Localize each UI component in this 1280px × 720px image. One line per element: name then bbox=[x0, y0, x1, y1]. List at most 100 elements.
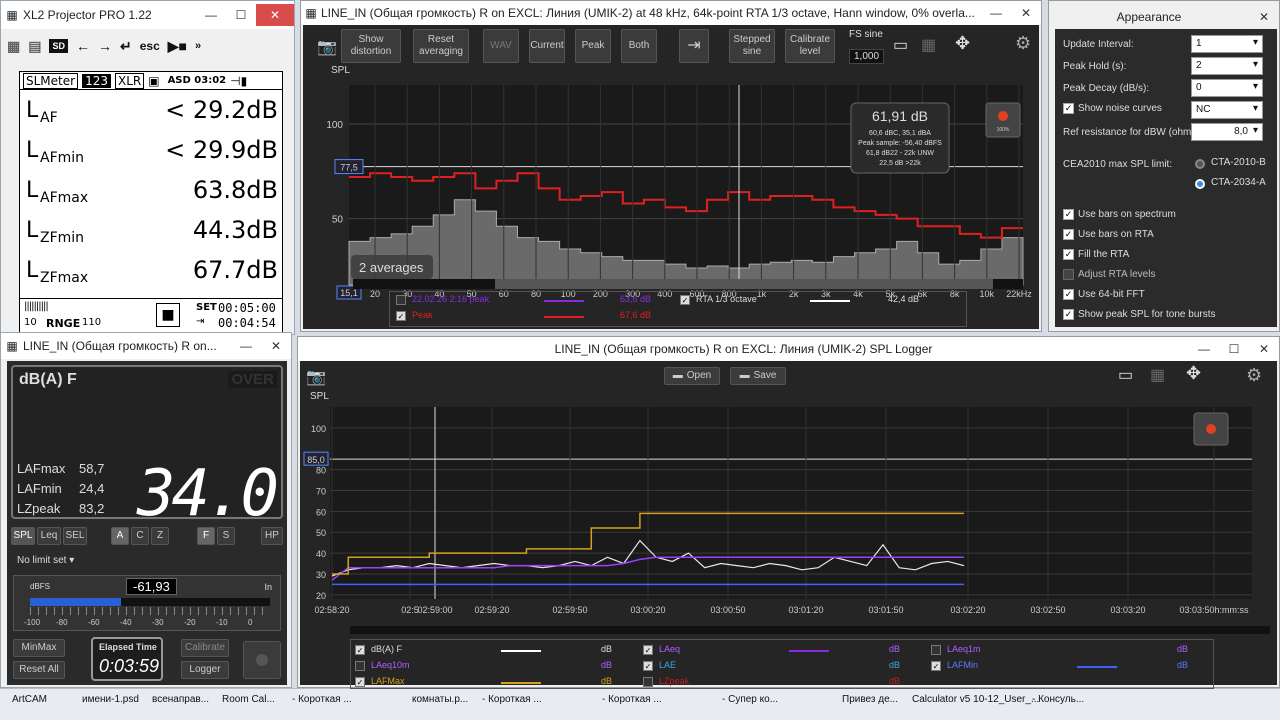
monitor-icon[interactable]: ▭ bbox=[1118, 365, 1133, 385]
rta-tool-3[interactable]: Current bbox=[529, 29, 565, 63]
show-noise-check[interactable]: ✓ Show noise curves bbox=[1063, 103, 1162, 114]
legend-checkbox[interactable]: ✓ bbox=[931, 661, 941, 671]
taskbar-item[interactable]: - Короткая ... bbox=[292, 694, 352, 705]
checkbox[interactable]: ✓ bbox=[1063, 229, 1074, 240]
stop-button[interactable]: ■ bbox=[156, 303, 180, 327]
legend-checkbox[interactable]: ✓ bbox=[355, 677, 365, 687]
checkbox[interactable]: ✓ bbox=[1063, 103, 1074, 114]
minimize-button[interactable]: — bbox=[981, 2, 1011, 24]
maximize-button[interactable]: ☐ bbox=[1219, 338, 1249, 360]
hp-button[interactable]: HP bbox=[261, 527, 283, 545]
reset-all-button[interactable]: Reset All bbox=[13, 661, 65, 679]
taskbar-item[interactable]: имени-1.psd bbox=[82, 694, 139, 705]
rta-tool-2[interactable]: WAV bbox=[483, 29, 519, 63]
cea-radio[interactable] bbox=[1195, 179, 1205, 189]
checkbox[interactable]: ✓ bbox=[1063, 289, 1074, 300]
camera-icon[interactable]: 📷 bbox=[317, 37, 337, 57]
field-select[interactable]: 1 bbox=[1191, 35, 1263, 53]
minimize-button[interactable]: — bbox=[196, 4, 226, 26]
save-button[interactable]: ▬ Save bbox=[730, 367, 786, 385]
taskbar-item[interactable]: Room Cal... bbox=[222, 694, 275, 705]
legend-checkbox[interactable]: ✓ bbox=[680, 295, 690, 305]
time-button-f[interactable]: F bbox=[197, 527, 215, 545]
taskbar-item[interactable]: ArtCAM bbox=[12, 694, 47, 705]
legend-checkbox[interactable]: ✓ bbox=[396, 311, 406, 321]
taskbar-item[interactable]: Привез де... bbox=[842, 694, 898, 705]
open-button[interactable]: ▬ Open bbox=[664, 367, 720, 385]
field-select[interactable]: 2 bbox=[1191, 57, 1263, 75]
check-item[interactable]: ✓ Use 64-bit FFT bbox=[1063, 289, 1145, 300]
minmax-button[interactable]: MinMax bbox=[13, 639, 65, 657]
grid-view-icon[interactable]: ▦ bbox=[921, 35, 936, 55]
fs-sine-value[interactable]: 1,000 bbox=[849, 49, 885, 64]
close-button[interactable]: ✕ bbox=[1011, 2, 1041, 24]
esc-button[interactable]: esc bbox=[140, 39, 160, 53]
arrow-right-icon[interactable]: → bbox=[98, 38, 112, 54]
rta-tool-6[interactable]: Stepped sine bbox=[729, 29, 775, 63]
mode-button-sel[interactable]: SEL bbox=[63, 527, 87, 545]
ref-input[interactable]: 8,0 bbox=[1191, 123, 1263, 141]
rta-tool-1[interactable]: Reset averaging bbox=[413, 29, 469, 63]
checkbox[interactable]: ✓ bbox=[1063, 209, 1074, 220]
rta-tool-4[interactable]: Peak bbox=[575, 29, 611, 63]
logger-scrollbar[interactable] bbox=[350, 626, 1270, 634]
maximize-button[interactable]: ☐ bbox=[226, 4, 256, 26]
sd-button[interactable]: SD bbox=[49, 39, 68, 53]
rta-tool-0[interactable]: Show distortion bbox=[341, 29, 401, 63]
minimize-button[interactable]: — bbox=[231, 335, 261, 357]
close-button[interactable]: ✕ bbox=[1249, 6, 1279, 28]
close-button[interactable]: ✕ bbox=[1249, 338, 1279, 360]
legend-checkbox[interactable] bbox=[931, 645, 941, 655]
enter-icon[interactable]: ↵ bbox=[120, 38, 132, 55]
arrow-left-icon[interactable]: ← bbox=[76, 38, 90, 54]
weight-button-z[interactable]: Z bbox=[151, 527, 169, 545]
record-button[interactable] bbox=[243, 641, 281, 679]
settings-gear-icon[interactable]: ⚙ bbox=[1246, 365, 1262, 386]
tab-123[interactable]: 123 bbox=[82, 73, 111, 88]
play-stop-icon[interactable]: ▶■ bbox=[168, 38, 187, 55]
camera-icon[interactable]: 📷 bbox=[306, 367, 326, 387]
taskbar-item[interactable]: всенаправ... bbox=[152, 694, 209, 705]
check-item[interactable]: Adjust RTA levels bbox=[1063, 269, 1155, 280]
legend-checkbox[interactable]: ✓ bbox=[643, 661, 653, 671]
mode-tab[interactable]: SLMeter bbox=[23, 72, 79, 89]
mode-button-spl[interactable]: SPL bbox=[11, 527, 35, 545]
noise-select[interactable]: NC bbox=[1191, 101, 1263, 119]
legend-checkbox[interactable]: ✓ bbox=[643, 645, 653, 655]
tab-xlr[interactable]: XLR bbox=[114, 72, 145, 89]
rta-scrollbar[interactable] bbox=[353, 279, 1023, 289]
grid-icon[interactable]: ▦ bbox=[7, 38, 20, 55]
close-button[interactable]: ✕ bbox=[261, 335, 291, 357]
check-item[interactable]: ✓ Fill the RTA bbox=[1063, 249, 1129, 260]
time-button-s[interactable]: S bbox=[217, 527, 235, 545]
taskbar-item[interactable]: - Короткая ... bbox=[482, 694, 542, 705]
check-item[interactable]: ✓ Show peak SPL for tone bursts bbox=[1063, 309, 1216, 320]
legend-checkbox[interactable] bbox=[396, 295, 406, 305]
weight-button-a[interactable]: A bbox=[111, 527, 129, 545]
grid-view-icon[interactable]: ▦ bbox=[1150, 365, 1165, 385]
calibrate-button[interactable]: Calibrate bbox=[181, 639, 229, 657]
checkbox[interactable]: ✓ bbox=[1063, 309, 1074, 320]
monitor-icon[interactable]: ▭ bbox=[893, 35, 908, 55]
weight-button-c[interactable]: C bbox=[131, 527, 149, 545]
minimize-button[interactable]: — bbox=[1189, 338, 1219, 360]
rta-tool-7[interactable]: Calibrate level bbox=[785, 29, 835, 63]
mode-button-leq[interactable]: Leq bbox=[37, 527, 61, 545]
cea-radio[interactable] bbox=[1195, 159, 1205, 169]
settings-gear-icon[interactable]: ⚙ bbox=[1015, 33, 1031, 54]
export-icon[interactable]: ⇥ bbox=[679, 29, 709, 63]
logger-button[interactable]: Logger bbox=[181, 661, 229, 679]
legend-checkbox[interactable] bbox=[643, 677, 653, 687]
taskbar-item[interactable]: - Супер ко... bbox=[722, 694, 778, 705]
card-icon[interactable]: ▤ bbox=[28, 38, 41, 55]
more-button[interactable]: » bbox=[195, 40, 201, 52]
legend-checkbox[interactable] bbox=[355, 661, 365, 671]
expand-icon[interactable]: ✥ bbox=[955, 33, 970, 54]
rta-tool-5[interactable]: Both bbox=[621, 29, 657, 63]
field-select[interactable]: 0 bbox=[1191, 79, 1263, 97]
expand-icon[interactable]: ✥ bbox=[1186, 363, 1201, 384]
legend-checkbox[interactable]: ✓ bbox=[355, 645, 365, 655]
checkbox[interactable]: ✓ bbox=[1063, 249, 1074, 260]
check-item[interactable]: ✓ Use bars on spectrum bbox=[1063, 209, 1176, 220]
taskbar-item[interactable]: - Короткая ... bbox=[602, 694, 662, 705]
